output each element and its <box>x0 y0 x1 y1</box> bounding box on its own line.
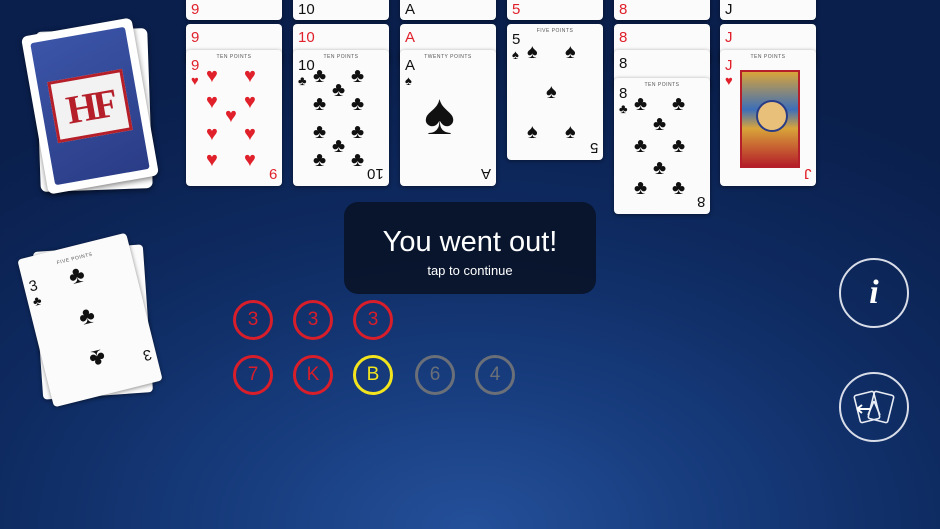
card-rank: J <box>725 57 733 74</box>
spade-icon: ♠ <box>512 47 519 62</box>
spade-icon: ♠ <box>405 73 412 88</box>
heart-icon: ♥ <box>206 123 218 145</box>
heart-icon: ♥ <box>191 73 199 88</box>
spade-icon: ♠ <box>546 81 557 103</box>
club-icon: ♣ <box>298 73 307 88</box>
meld-card-front[interactable]: FIVE POINTS 5 ♠ ♠ ♠ ♠ ♠ ♠ 5 <box>507 24 603 160</box>
card-rank-bottom: 3 <box>140 345 154 365</box>
round-token: 3 <box>293 300 333 340</box>
club-icon: ♣ <box>634 177 648 199</box>
club-icon: ♣ <box>351 149 365 171</box>
spade-icon: ♠ <box>527 41 538 63</box>
club-icon: ♣ <box>653 157 667 179</box>
card-rank-bottom: J <box>803 165 812 182</box>
heart-icon: ♥ <box>225 105 237 127</box>
meld-card-front[interactable]: TEN POINTS 10 ♣ ♣ ♣ ♣ ♣ ♣ ♣ ♣ ♣ ♣ ♣ 10 <box>293 50 389 186</box>
card-rank-bottom: 5 <box>589 139 598 156</box>
heart-icon: ♥ <box>244 123 256 145</box>
meld-card: A <box>400 0 496 20</box>
heart-icon: ♥ <box>206 149 218 171</box>
meld-card-front[interactable]: TEN POINTS J ♥ J <box>720 50 816 186</box>
meld-card: 10 <box>293 0 389 20</box>
card-rank-bottom: 10 <box>367 165 384 182</box>
club-icon: ♣ <box>351 121 365 143</box>
card-rank: A <box>405 57 416 74</box>
dialog-subtitle[interactable]: tap to continue <box>344 263 596 278</box>
club-icon: ♣ <box>634 93 648 115</box>
went-out-dialog[interactable]: You went out! tap to continue <box>344 202 596 294</box>
round-token: K <box>293 355 333 395</box>
spade-icon: ♠ <box>424 82 455 147</box>
heart-icon: ♥ <box>244 65 256 87</box>
meld-card: J <box>720 0 816 20</box>
meld-card: 8 <box>614 0 710 20</box>
info-icon: i <box>869 274 879 311</box>
club-icon: ♣ <box>653 113 667 135</box>
club-icon: ♣ <box>332 79 346 101</box>
card-rank-bottom: A <box>480 165 491 182</box>
dialog-title: You went out! <box>382 226 558 258</box>
club-icon: ♣ <box>313 93 327 115</box>
club-icon: ♣ <box>86 342 109 373</box>
heart-icon: ♥ <box>725 73 733 88</box>
club-icon: ♣ <box>65 260 88 291</box>
spade-icon: ♠ <box>527 121 538 143</box>
club-icon: ♣ <box>351 65 365 87</box>
round-token: 3 <box>353 300 393 340</box>
club-icon: ♣ <box>672 135 686 157</box>
cards-sort-icon <box>853 390 895 424</box>
meld-card-front[interactable]: TEN POINTS 8 ♣ ♣ ♣ ♣ ♣ ♣ ♣ ♣ ♣ 8 <box>614 78 710 214</box>
card-rank-bottom: 8 <box>696 193 705 210</box>
card-points-label: TEN POINTS <box>216 54 252 60</box>
club-icon: ♣ <box>313 149 327 171</box>
club-icon: ♣ <box>672 93 686 115</box>
club-icon: ♣ <box>672 177 686 199</box>
club-icon: ♣ <box>619 101 628 116</box>
club-icon: ♣ <box>31 292 43 310</box>
sort-cards-button[interactable] <box>839 372 909 442</box>
club-icon: ♣ <box>634 135 648 157</box>
heart-icon: ♥ <box>244 91 256 113</box>
club-icon: ♣ <box>351 93 365 115</box>
club-icon: ♣ <box>75 301 98 332</box>
card-points-label: TEN POINTS <box>750 54 786 60</box>
heart-icon: ♥ <box>206 91 218 113</box>
card-rank: 9 <box>191 57 200 74</box>
meld-card: 5 <box>507 0 603 20</box>
hf-logo: HF <box>47 68 133 144</box>
jack-portrait <box>740 70 800 168</box>
card-rank: 5 <box>512 31 521 48</box>
card-points-label: FIVE POINTS <box>536 28 574 34</box>
card-rank: 8 <box>619 85 628 102</box>
card-rank-bottom: 9 <box>268 165 277 182</box>
round-token: 7 <box>233 355 273 395</box>
info-button[interactable]: i <box>839 258 909 328</box>
card-points-label: TEN POINTS <box>644 82 680 88</box>
spade-icon: ♠ <box>565 121 576 143</box>
heart-icon: ♥ <box>206 65 218 87</box>
round-token-future: 6 <box>415 355 455 395</box>
meld-card: 9 <box>186 0 282 20</box>
card-back: HF <box>30 26 150 186</box>
club-icon: ♣ <box>313 121 327 143</box>
round-token: 3 <box>233 300 273 340</box>
round-token-future: 4 <box>475 355 515 395</box>
club-icon: ♣ <box>332 135 346 157</box>
heart-icon: ♥ <box>244 149 256 171</box>
meld-card-front[interactable]: TEN POINTS 9 ♥ ♥ ♥ ♥ ♥ ♥ ♥ ♥ ♥ ♥ 9 <box>186 50 282 186</box>
club-icon: ♣ <box>313 65 327 87</box>
meld-card-front[interactable]: TWENTY POINTS A ♠ ♠ A <box>400 50 496 186</box>
spade-icon: ♠ <box>565 41 576 63</box>
round-token-current: B <box>353 355 393 395</box>
